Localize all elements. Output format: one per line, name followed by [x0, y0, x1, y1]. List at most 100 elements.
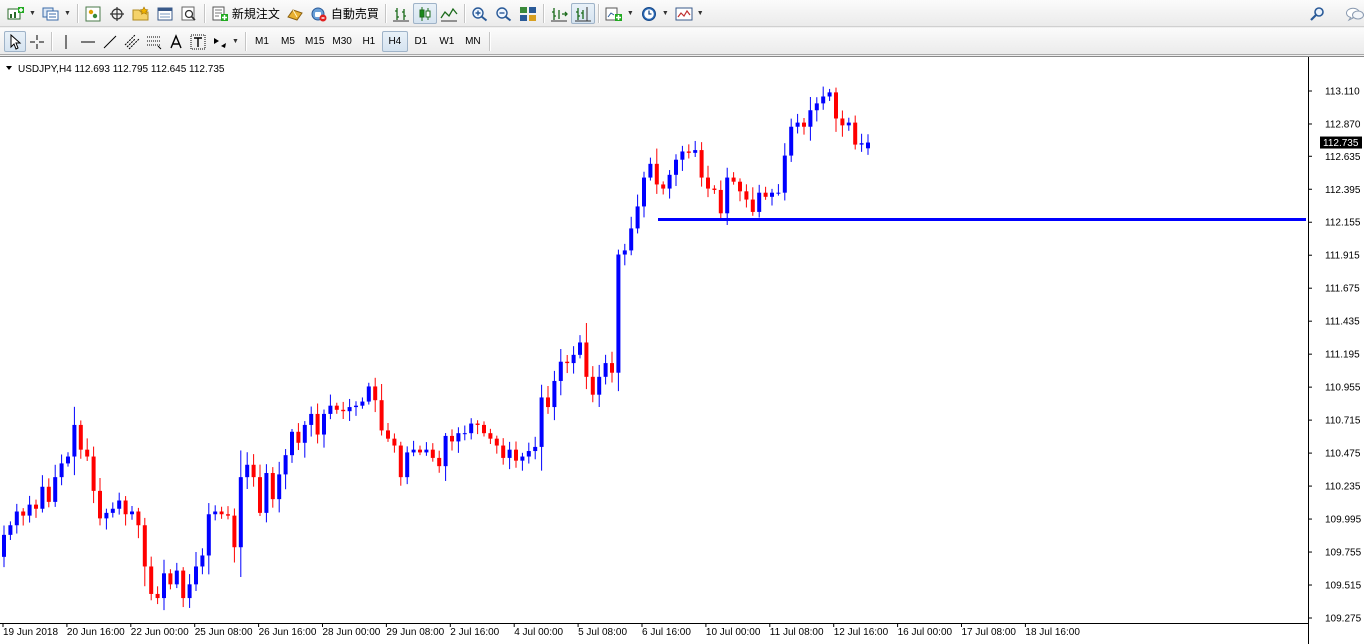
bear-candle	[219, 511, 224, 515]
drawing-toolbar: ▼ M1 M5 M15 M30 H1 H4 D1 W1 MN	[0, 28, 1364, 55]
price-tick-label: 110.715	[1325, 416, 1361, 427]
text-label-button[interactable]	[187, 31, 209, 52]
bear-candle	[482, 424, 486, 434]
equidistant-channel-button[interactable]	[121, 31, 143, 52]
price-tick-label: 110.475	[1325, 449, 1361, 460]
indicators-button[interactable]: ▼	[602, 3, 637, 24]
bull-candle	[187, 584, 192, 599]
price-tick-label: 111.195	[1325, 350, 1360, 361]
new-order-button[interactable]: 新規注文	[208, 3, 283, 24]
bear-candle	[565, 361, 570, 364]
price-tick-label: 109.515	[1325, 581, 1362, 592]
history-center-button[interactable]	[283, 3, 307, 24]
toolbar-separator	[384, 4, 386, 23]
bear-candle	[718, 189, 723, 214]
arrow-shapes-button[interactable]: ▼	[209, 31, 242, 52]
price-tick-label: 109.995	[1325, 515, 1362, 526]
fibonacci-button[interactable]	[143, 31, 165, 52]
bull-candle	[130, 511, 134, 515]
chart-window[interactable]: 113.110 112.870 112.635 112.395 112.155 111.9…	[0, 56, 1364, 644]
bull-candle	[814, 103, 819, 111]
bear-candle	[712, 188, 717, 190]
bull-candle	[194, 566, 198, 585]
bull-candle	[366, 386, 371, 402]
zoom-out-button[interactable]	[492, 3, 516, 24]
bull-candle	[642, 177, 646, 207]
bull-candle	[283, 455, 288, 475]
bear-candle	[398, 445, 403, 478]
bear-candle	[334, 405, 339, 410]
line-chart-icon	[440, 7, 458, 21]
auto-scroll-button[interactable]	[547, 3, 571, 24]
bull-candle	[245, 464, 250, 478]
arrows-icon	[214, 37, 226, 48]
chat-button[interactable]	[1342, 3, 1364, 24]
time-tick-label: 22 Jun 00:00	[131, 627, 189, 638]
crosshair-tool-button[interactable]	[26, 31, 48, 52]
bear-candle	[686, 151, 691, 153]
timeframe-h4-button[interactable]: H4	[381, 31, 408, 52]
crosshair-navigator-button[interactable]	[105, 3, 129, 24]
vertical-line-button[interactable]	[55, 31, 77, 52]
text-tool-button[interactable]	[165, 31, 187, 52]
bear-candle	[258, 477, 262, 513]
navigator-button[interactable]	[129, 3, 153, 24]
bull-candle	[27, 504, 32, 516]
last-price-tag: 112.735	[1320, 136, 1362, 149]
timeframe-m30-button[interactable]: M30	[328, 31, 355, 52]
strategy-tester-button[interactable]	[177, 3, 201, 24]
bull-candle	[354, 405, 358, 408]
bull-candle	[770, 192, 774, 197]
bull-candle	[411, 449, 416, 453]
bull-candle	[424, 449, 429, 453]
timeframe-h1-button[interactable]: H1	[356, 31, 382, 52]
timeframe-w1-button[interactable]: W1	[434, 31, 460, 52]
timeframe-d1-button[interactable]: D1	[408, 31, 434, 52]
periods-button[interactable]: ▼	[637, 3, 672, 24]
search-button[interactable]	[1306, 3, 1330, 24]
price-chart[interactable]: 113.110 112.870 112.635 112.395 112.155 111.9…	[0, 57, 1364, 644]
bull-candle	[725, 177, 730, 214]
bear-candle	[546, 397, 550, 408]
new-chart-button[interactable]: ▼	[4, 3, 39, 24]
bull-candle	[360, 401, 365, 406]
profiles-button[interactable]: ▼	[39, 3, 74, 24]
toolbar-separator	[597, 4, 599, 23]
text-label-icon	[190, 34, 206, 49]
price-tick-label: 111.675	[1325, 284, 1360, 295]
folder-star-icon	[132, 5, 149, 20]
line-chart-button[interactable]	[437, 3, 461, 24]
bull-candle	[552, 380, 557, 408]
bull-candle	[846, 122, 851, 126]
bull-candle	[322, 413, 326, 435]
bear-candle	[430, 449, 435, 458]
bull-candle	[290, 431, 294, 456]
time-tick-label: 5 Jul 08:00	[578, 627, 627, 638]
template-icon	[675, 7, 693, 20]
collapse-triangle-icon	[6, 66, 12, 70]
bear-candle	[155, 593, 160, 599]
bear-candle	[392, 438, 397, 446]
candlestick-chart-button[interactable]	[412, 3, 437, 24]
templates-button[interactable]: ▼	[672, 3, 707, 24]
toolbar-separator	[76, 4, 78, 23]
trendline-button[interactable]	[99, 31, 121, 52]
auto-trading-button[interactable]: 自動売買	[307, 3, 382, 24]
chart-shift-button[interactable]	[570, 3, 595, 24]
bear-candle	[450, 435, 454, 442]
tile-windows-button[interactable]	[516, 3, 540, 24]
bear-candle	[98, 490, 102, 519]
bar-chart-button[interactable]	[389, 3, 413, 24]
timeframe-m15-button[interactable]: M15	[301, 31, 328, 52]
cursor-button[interactable]	[4, 31, 26, 52]
bear-candle	[763, 192, 768, 197]
timeframe-mn-button[interactable]: MN	[460, 31, 486, 52]
timeframe-m1-button[interactable]: M1	[249, 31, 275, 52]
market-watch-button[interactable]	[81, 3, 105, 24]
terminal-button[interactable]	[153, 3, 177, 24]
bull-candle	[821, 96, 826, 104]
time-tick-label: 10 Jul 00:00	[706, 627, 761, 638]
horizontal-line-button[interactable]	[77, 31, 99, 52]
zoom-in-button[interactable]	[468, 3, 492, 24]
timeframe-m5-button[interactable]: M5	[275, 31, 301, 52]
